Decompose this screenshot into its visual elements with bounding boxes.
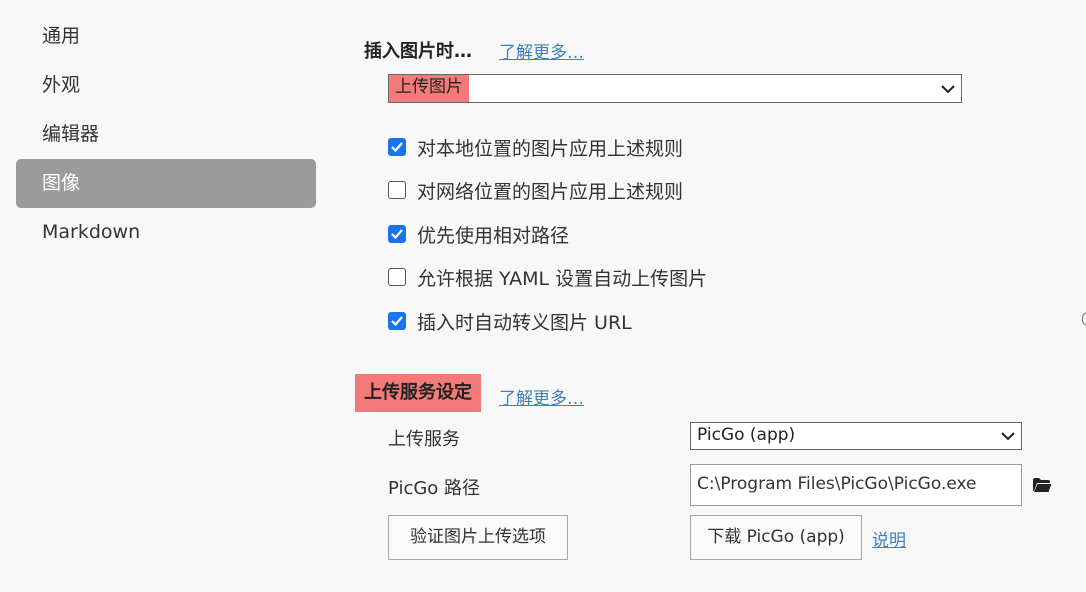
checkbox-row-network-images[interactable]: 对网络位置的图片应用上述规则 (388, 178, 684, 203)
picgo-path-label: PicGo 路径 (388, 478, 481, 499)
insert-action-value: 上传图片 (389, 75, 469, 102)
upload-service-value: PicGo (app) (697, 425, 796, 445)
checkbox-escape-url[interactable] (388, 312, 406, 330)
checkbox-yaml-upload[interactable] (388, 268, 406, 286)
checkbox-row-relative-path[interactable]: 优先使用相对路径 (388, 222, 570, 247)
checkbox-label: 允许根据 YAML 设置自动上传图片 (417, 267, 708, 290)
checkbox-network-images[interactable] (388, 181, 406, 199)
sidebar-item-appearance[interactable]: 外观 (16, 61, 316, 110)
sidebar-item-general[interactable]: 通用 (16, 12, 316, 61)
checkbox-label: 对网络位置的图片应用上述规则 (417, 180, 684, 203)
download-picgo-button[interactable]: 下载 PicGo (app) (690, 515, 862, 560)
upload-learn-more-link[interactable]: 了解更多… (499, 384, 584, 409)
insert-action-select[interactable]: 上传图片 (388, 74, 962, 103)
sidebar-item-markdown[interactable]: Markdown (16, 208, 316, 257)
sidebar-item-editor[interactable]: 编辑器 (16, 110, 316, 159)
checkbox-label: 对本地位置的图片应用上述规则 (417, 137, 684, 160)
checkbox-local-images[interactable] (388, 138, 406, 156)
insert-section-title: 插入图片时… (364, 41, 472, 62)
help-link[interactable]: 说明 (872, 526, 906, 551)
sidebar-item-image[interactable]: 图像 (16, 159, 316, 208)
checkmark-icon (391, 142, 403, 153)
chevron-down-icon (941, 84, 955, 93)
scroll-edge-indicator (1082, 312, 1086, 326)
picgo-path-input[interactable]: C:\Program Files\PicGo\PicGo.exe (690, 464, 1022, 506)
chevron-down-icon (1001, 432, 1015, 441)
verify-upload-button[interactable]: 验证图片上传选项 (388, 515, 568, 560)
upload-service-select[interactable]: PicGo (app) (690, 422, 1022, 450)
checkbox-row-local-images[interactable]: 对本地位置的图片应用上述规则 (388, 135, 684, 160)
checkbox-row-escape-url[interactable]: 插入时自动转义图片 URL (388, 309, 632, 334)
upload-section-title: 上传服务设定 (355, 374, 481, 412)
checkbox-label: 插入时自动转义图片 URL (417, 311, 632, 334)
upload-service-label: 上传服务 (388, 429, 460, 450)
checkbox-label: 优先使用相对路径 (417, 224, 570, 247)
checkbox-row-yaml-upload[interactable]: 允许根据 YAML 设置自动上传图片 (388, 265, 708, 290)
checkmark-icon (391, 229, 403, 240)
checkmark-icon (391, 316, 403, 327)
checkbox-relative-path[interactable] (388, 225, 406, 243)
folder-icon[interactable] (1032, 477, 1052, 493)
insert-learn-more-link[interactable]: 了解更多… (499, 38, 584, 63)
sidebar: 通用 外观 编辑器 图像 Markdown (0, 0, 330, 592)
